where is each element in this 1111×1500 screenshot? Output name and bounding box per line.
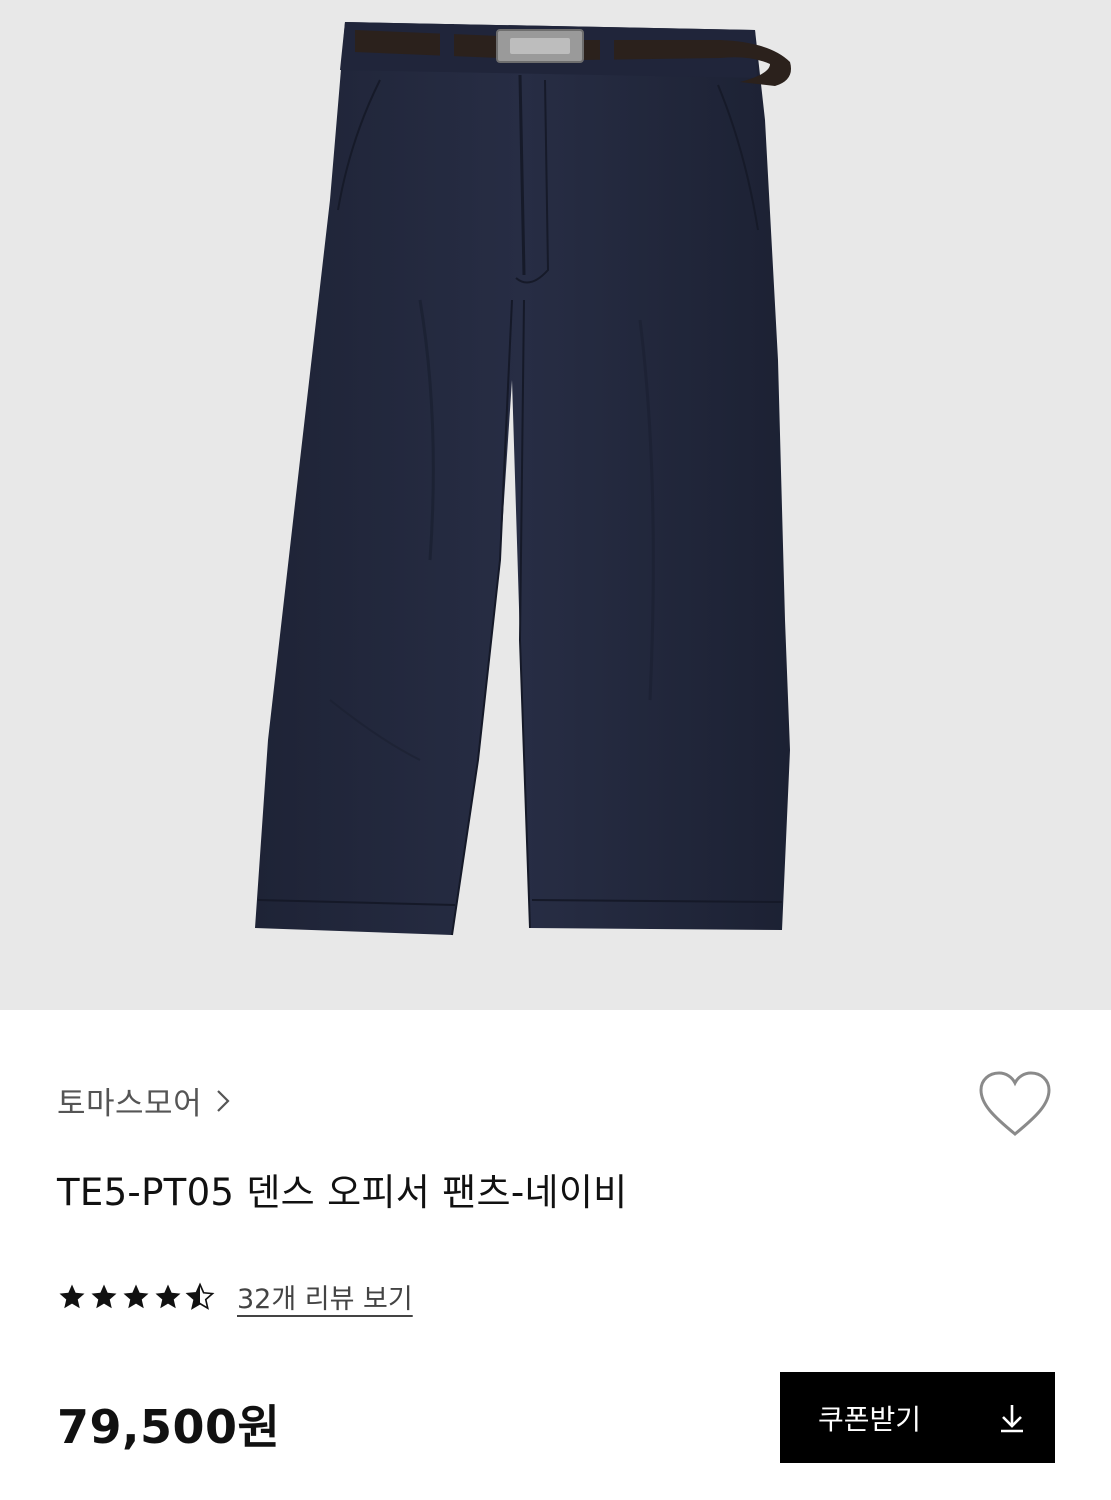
coupon-button[interactable]: 쿠폰받기 [780, 1372, 1055, 1463]
star-rating [57, 1281, 215, 1312]
chevron-right-icon [216, 1089, 230, 1113]
heart-outline-icon[interactable] [975, 1068, 1055, 1140]
star-icon [89, 1282, 119, 1312]
rating-row: 32개 리뷰 보기 [57, 1277, 413, 1316]
brand-name: 토마스모어 [57, 1086, 203, 1122]
review-link[interactable]: 32개 리뷰 보기 [237, 1277, 413, 1316]
pants-illustration [255, 22, 791, 936]
coupon-button-label: 쿠폰받기 [818, 1402, 922, 1436]
product-image[interactable] [0, 0, 1111, 1010]
half-star-icon [185, 1281, 215, 1312]
brand-link[interactable]: 토마스모어 [57, 1078, 230, 1123]
product-price: 79,500원 [57, 1400, 281, 1454]
star-icon [57, 1282, 87, 1312]
star-icon [153, 1282, 183, 1312]
product-detail-page: 토마스모어 TE5-PT05 덴스 오피서 팬츠-네이비 32개 리뷰 보기 7… [0, 0, 1111, 1500]
download-icon [999, 1403, 1025, 1433]
star-icon [121, 1282, 151, 1312]
product-title: TE5-PT05 덴스 오피서 팬츠-네이비 [57, 1171, 628, 1214]
